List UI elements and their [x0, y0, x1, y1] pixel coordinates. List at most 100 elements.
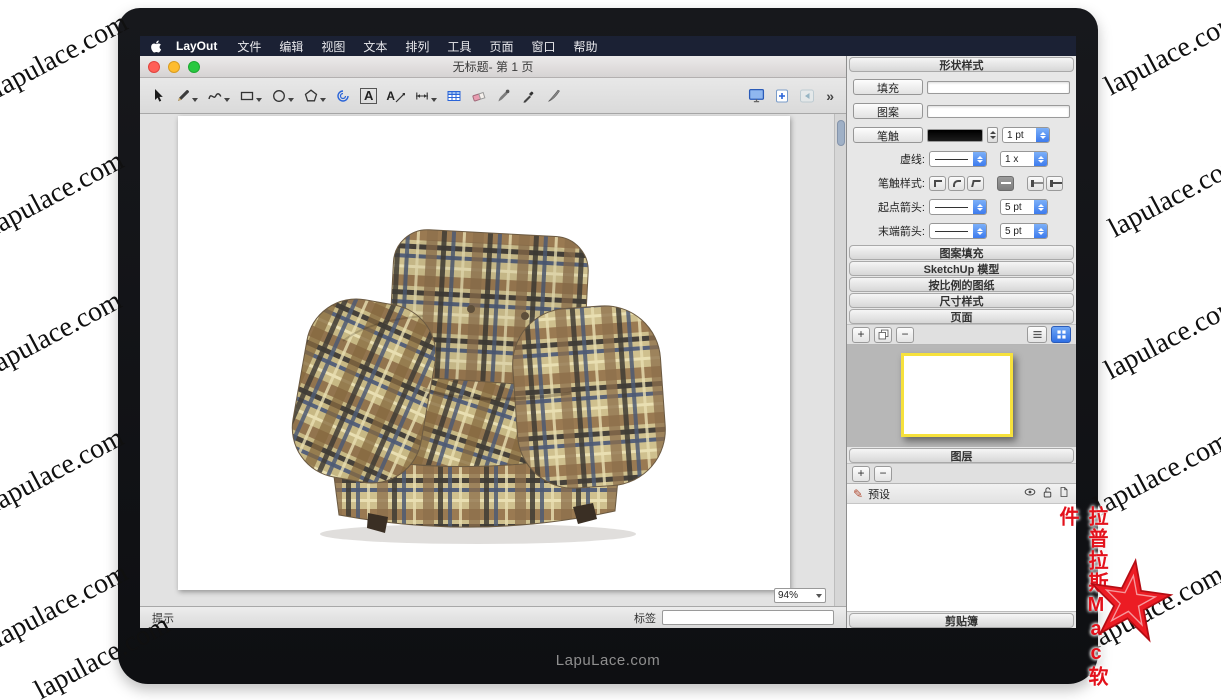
split-tool[interactable]	[546, 83, 562, 109]
tag-group: 标签	[634, 610, 834, 626]
remove-layer-button[interactable]: −	[874, 466, 892, 482]
polygon-tool-caret[interactable]	[320, 98, 326, 102]
pen-tool-caret[interactable]	[192, 98, 198, 102]
end-arrow-select[interactable]	[929, 223, 987, 239]
text-tool[interactable]: A	[360, 83, 377, 109]
circle-tool-caret[interactable]	[288, 98, 294, 102]
document-page[interactable]	[178, 116, 790, 590]
rectangle-tool[interactable]	[239, 83, 262, 109]
cap-style-group	[1027, 176, 1063, 191]
eyedropper-tool[interactable]	[521, 83, 537, 109]
circle-tool[interactable]	[271, 83, 294, 109]
menu-item-edit[interactable]: 编辑	[279, 38, 303, 55]
sketchup-model-armchair[interactable]	[273, 221, 673, 551]
style-tool[interactable]	[496, 83, 512, 109]
canvas-main[interactable]: 94%	[140, 114, 834, 606]
layers-list	[847, 504, 1076, 612]
dash-scale-select[interactable]: 1 x	[1000, 151, 1048, 167]
join-bevel-button[interactable]	[967, 176, 984, 191]
page-thumbnail-selected[interactable]	[901, 353, 1013, 437]
apple-menu-icon[interactable]	[150, 39, 164, 53]
stroke-width-value: 1 pt	[1003, 130, 1036, 141]
menu-item-arrange[interactable]: 排列	[405, 38, 429, 55]
duplicate-page-button[interactable]	[874, 327, 892, 343]
fill-color-well[interactable]	[927, 81, 1070, 94]
section-sketchup-model[interactable]: SketchUp 模型	[849, 261, 1074, 276]
rectangle-tool-caret[interactable]	[256, 98, 262, 102]
stroke-width-select[interactable]: 1 pt	[1002, 127, 1050, 143]
start-arrow-size-value: 5 pt	[1001, 202, 1034, 213]
pages-list[interactable]	[847, 345, 1076, 447]
cap-butt-button[interactable]	[1027, 176, 1044, 191]
pattern-well[interactable]	[927, 105, 1070, 118]
start-arrow-select[interactable]	[929, 199, 987, 215]
menu-item-pages[interactable]: 页面	[489, 38, 513, 55]
section-scaled-drawing[interactable]: 按比例的图纸	[849, 277, 1074, 292]
menu-item-window[interactable]: 窗口	[531, 38, 555, 55]
label-tool[interactable]: A	[386, 83, 405, 109]
select-tool[interactable]	[150, 83, 166, 109]
tag-input[interactable]	[662, 610, 834, 625]
pen-tool[interactable]	[175, 83, 198, 109]
fill-button[interactable]: 填充	[853, 79, 923, 95]
dimension-tool-caret[interactable]	[431, 98, 437, 102]
zoom-select[interactable]: 94%	[774, 588, 826, 603]
dash-pattern-button[interactable]	[997, 176, 1014, 191]
section-dimension-style[interactable]: 尺寸样式	[849, 293, 1074, 308]
badge-star-logo	[1080, 550, 1179, 649]
dash-style-select[interactable]	[929, 151, 987, 167]
dimension-tool[interactable]	[414, 83, 437, 109]
list-view-button[interactable]	[1027, 326, 1047, 343]
section-pages[interactable]: 页面	[849, 309, 1074, 324]
section-pattern-fill[interactable]: 图案填充	[849, 245, 1074, 260]
menu-item-text[interactable]: 文本	[363, 38, 387, 55]
menu-item-view[interactable]: 视图	[321, 38, 345, 55]
grid-view-button[interactable]	[1051, 326, 1071, 343]
cap-round-button[interactable]	[1046, 176, 1063, 191]
menu-item-help[interactable]: 帮助	[573, 38, 597, 55]
scrollbar-thumb[interactable]	[837, 120, 845, 146]
layer-lock-icon[interactable]	[1041, 486, 1054, 502]
add-layer-button[interactable]: +	[852, 466, 870, 482]
watermark: lapulace.com	[1099, 289, 1221, 387]
start-arrow-label: 起点箭头:	[853, 199, 925, 215]
app-menu-layout[interactable]: LayOut	[176, 39, 217, 53]
layer-share-page-icon[interactable]	[1058, 486, 1070, 501]
polygon-tool[interactable]	[303, 83, 326, 109]
pattern-button[interactable]: 图案	[853, 103, 923, 119]
join-miter-button[interactable]	[929, 176, 946, 191]
eraser-tool[interactable]	[471, 83, 487, 109]
section-shape-style[interactable]: 形状样式	[849, 57, 1074, 72]
window-title: 无标题- 第 1 页	[140, 58, 846, 75]
menu-item-file[interactable]: 文件	[237, 38, 261, 55]
zoom-caret-icon	[816, 594, 822, 598]
laptop-frame: LayOut 文件 编辑 视图 文本 排列 工具 页面 窗口 帮助 无标题- 第…	[118, 8, 1098, 684]
offset-tool[interactable]	[335, 83, 351, 109]
end-arrow-line-sample	[935, 231, 968, 232]
add-page-button[interactable]	[774, 83, 790, 109]
layer-row[interactable]: ✎ 预设	[847, 484, 1076, 504]
title-bar: 无标题- 第 1 页	[140, 56, 846, 78]
zoom-value: 94%	[778, 590, 798, 601]
freehand-tool[interactable]	[207, 83, 230, 109]
presentation-button[interactable]	[748, 83, 765, 109]
stroke-color-well[interactable]	[927, 129, 983, 142]
previous-page-button[interactable]	[799, 83, 815, 109]
layer-visibility-eye-icon[interactable]	[1023, 485, 1037, 502]
freehand-tool-caret[interactable]	[224, 98, 230, 102]
start-arrow-size-select[interactable]: 5 pt	[1000, 199, 1048, 215]
end-arrow-size-select[interactable]: 5 pt	[1000, 223, 1048, 239]
toolbar-overflow-button[interactable]: »	[824, 88, 836, 104]
active-layer-pencil-icon: ✎	[853, 487, 863, 501]
vertical-scrollbar[interactable]	[834, 114, 846, 606]
menu-item-tools[interactable]: 工具	[447, 38, 471, 55]
section-layers[interactable]: 图层	[849, 448, 1074, 463]
table-tool[interactable]	[446, 83, 462, 109]
join-round-button[interactable]	[948, 176, 965, 191]
section-scrapbook[interactable]: 剪贴簿	[849, 613, 1074, 628]
remove-page-button[interactable]: −	[896, 327, 914, 343]
stroke-button[interactable]: 笔触	[853, 127, 923, 143]
stroke-width-stepper[interactable]	[987, 127, 998, 143]
toolbar-right-group: »	[748, 83, 836, 109]
add-page-list-button[interactable]: +	[852, 327, 870, 343]
